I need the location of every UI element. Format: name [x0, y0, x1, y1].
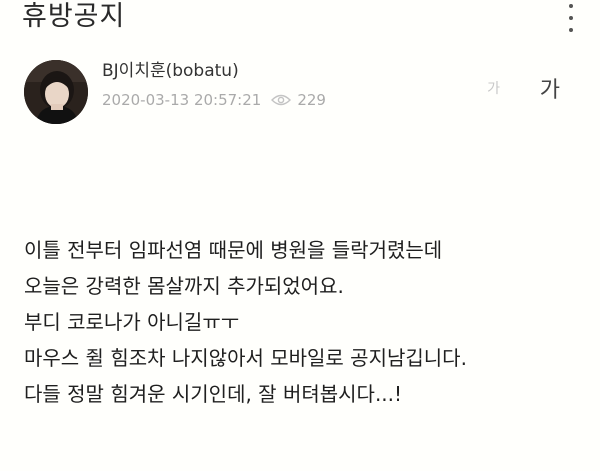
post-header: 휴방공지	[0, 0, 600, 40]
avatar-image	[24, 60, 88, 124]
eye-icon	[271, 94, 292, 106]
view-count: 229	[271, 90, 326, 110]
content-line: 마우스 쥘 힘조차 나지않아서 모바일로 공지남깁니다.	[24, 346, 467, 370]
post-meta: 2020-03-13 20:57:21 229	[102, 90, 326, 110]
more-dot	[569, 16, 573, 20]
more-options-icon[interactable]	[564, 4, 578, 32]
view-count-value: 229	[297, 91, 326, 109]
author-info: BJ이치훈(bobatu) 2020-03-13 20:57:21 229	[24, 60, 584, 126]
content-line: 이틀 전부터 임파선염 때문에 병원을 들락거렸는데	[24, 238, 443, 262]
font-size-small-button[interactable]: 가	[487, 78, 500, 98]
post-content: 이틀 전부터 임파선염 때문에 병원을 들락거렸는데 오늘은 강력한 몸살까지 …	[24, 232, 584, 412]
author-name[interactable]: BJ이치훈(bobatu)	[102, 60, 239, 82]
post-date: 2020-03-13 20:57:21	[102, 91, 262, 109]
more-dot	[569, 28, 573, 32]
content-line: 오늘은 강력한 몸살까지 추가되었어요.	[24, 274, 344, 298]
content-line: 다들 정말 힘겨운 시기인데, 잘 버텨봅시다...!	[24, 382, 403, 406]
page-title: 휴방공지	[22, 1, 126, 32]
more-dot	[569, 4, 573, 8]
content-line: 부디 코로나가 아니길ㅠㅜ	[24, 310, 240, 334]
avatar[interactable]	[24, 60, 88, 124]
font-size-large-button[interactable]: 가	[540, 72, 560, 104]
